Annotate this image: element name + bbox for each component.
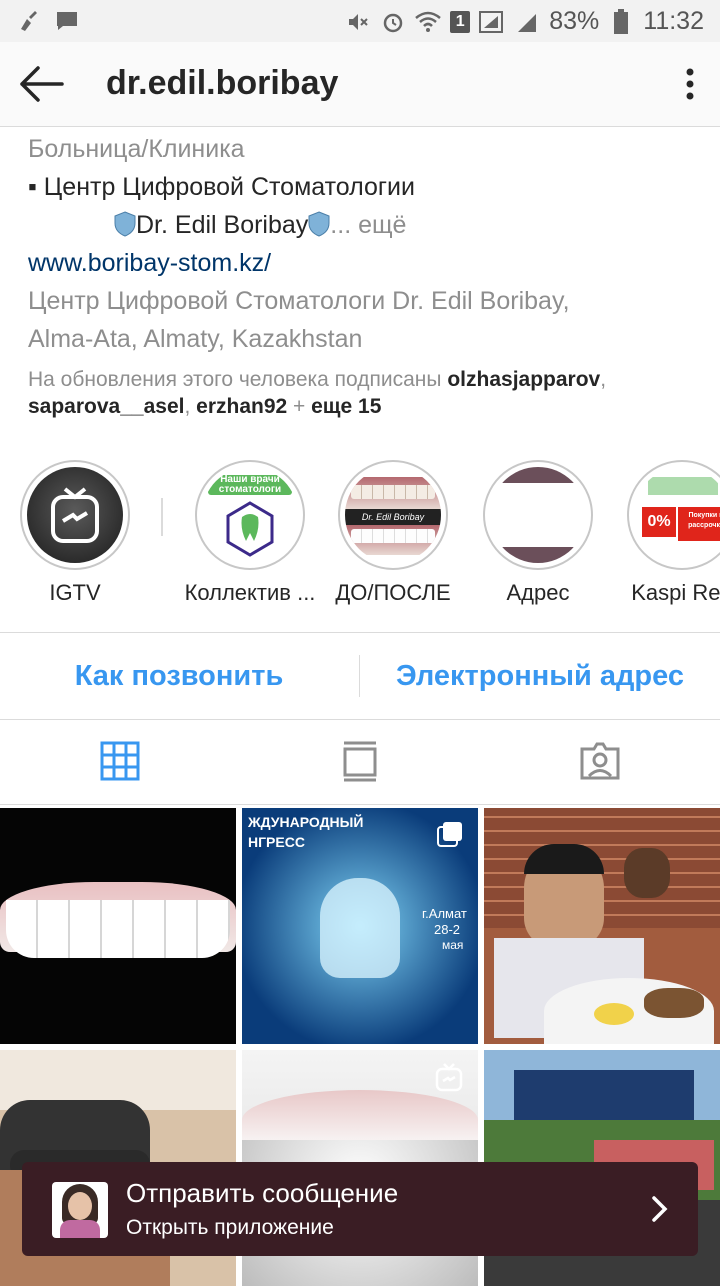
- alarm-icon: [380, 9, 406, 35]
- follower-username: saparova__asel: [28, 395, 185, 418]
- highlight-team[interactable]: Наши врачи стоматологи Коллектив ...: [180, 460, 320, 606]
- highlight-label: Kaspi Red: [631, 580, 720, 605]
- email-button[interactable]: Электронный адрес: [360, 633, 720, 719]
- tooth-logo-icon: [226, 501, 274, 557]
- tagged-person-icon: [580, 742, 620, 780]
- bio-line-1: ▪ Центр Цифровой Стоматологии: [28, 173, 415, 201]
- post-thumbnail[interactable]: ЖДУНАРОДНЫЙ НГРЕСС г.Алмат 28-2 мая: [242, 808, 478, 1044]
- more-vertical-icon: [686, 68, 694, 100]
- top-bar: dr.edil.boribay: [0, 42, 720, 127]
- igtv-icon: [51, 487, 99, 543]
- bio-line-2: Dr. Edil Boribay ... ещё: [28, 206, 698, 244]
- highlight-cover-text: 0%: [642, 507, 676, 537]
- highlight-label: Коллектив ...: [184, 580, 316, 605]
- follower-username: erzhan92: [196, 395, 288, 418]
- shield-icon: [308, 211, 330, 237]
- highlight-igtv[interactable]: IGTV: [5, 460, 145, 606]
- tab-grid[interactable]: [0, 718, 240, 804]
- followers-more-count: еще 15: [311, 395, 382, 418]
- post-thumbnail[interactable]: [484, 808, 720, 1044]
- post-text: ЖДУНАРОДНЫЙ: [248, 814, 364, 830]
- post-text: г.Алмат: [422, 906, 467, 921]
- highlight-address[interactable]: Адрес: [468, 460, 608, 606]
- avatar: [52, 1182, 108, 1238]
- bio-more-link[interactable]: ... ещё: [330, 211, 406, 239]
- signal-icon: [514, 9, 540, 35]
- bio-doctor-name: Dr. Edil Boribay: [136, 211, 309, 239]
- clock: 11:32: [643, 7, 704, 35]
- back-button[interactable]: [18, 62, 66, 106]
- status-bar: 1 83% 11:32: [0, 0, 720, 42]
- battery-percent: 83%: [549, 7, 600, 35]
- banner-subtitle: Открыть приложение: [126, 1216, 334, 1239]
- highlight-label: Адрес: [506, 580, 570, 605]
- profile-tabs: [0, 718, 720, 805]
- banner-title: Отправить сообщение: [126, 1178, 399, 1208]
- contact-actions: Как позвонить Электронный адрес: [0, 632, 720, 720]
- cleaner-icon: [16, 8, 42, 34]
- tab-tagged[interactable]: [480, 718, 720, 804]
- follower-separator: ,: [600, 368, 607, 391]
- post-text: мая: [442, 938, 464, 952]
- igtv-icon: [435, 1063, 463, 1092]
- follower-separator: ,: [184, 395, 197, 418]
- feed-icon: [343, 741, 377, 782]
- grid-icon: [100, 741, 140, 781]
- shield-icon: [114, 211, 136, 237]
- highlight-cover-text: Покупки в рассрочку: [678, 507, 720, 541]
- mute-icon: [345, 9, 371, 35]
- sim1-icon: 1: [450, 10, 471, 33]
- call-button[interactable]: Как позвонить: [0, 633, 358, 719]
- followed-by-prefix: На обновления этого человека подписаны: [28, 368, 448, 391]
- post-text: 28-2: [434, 922, 461, 937]
- post-text: НГРЕСС: [248, 834, 305, 850]
- profile-bio: Больница/Клиника ▪ Центр Цифровой Стомат…: [28, 130, 698, 358]
- open-app-banner[interactable]: Отправить сообщение Открыть приложение: [22, 1162, 698, 1256]
- story-highlights: IGTV Наши врачи стоматологи Коллектив ..…: [0, 460, 720, 610]
- follower-username: olzhasjapparov: [447, 368, 601, 391]
- highlight-before-after[interactable]: Dr. Edil Boribay ДО/ПОСЛЕ: [323, 460, 463, 606]
- wifi-icon: [415, 9, 442, 35]
- message-icon: [54, 8, 80, 34]
- post-thumbnail[interactable]: [0, 808, 236, 1044]
- highlight-label: ДО/ПОСЛЕ: [335, 580, 451, 605]
- highlight-label: IGTV: [49, 580, 101, 605]
- profile-username: dr.edil.boribay: [106, 64, 339, 102]
- highlight-divider: [161, 498, 163, 536]
- profile-category: Больница/Клиника: [28, 135, 245, 163]
- follower-plus: +: [287, 395, 312, 418]
- multiple-photos-icon: [437, 822, 462, 847]
- website-link[interactable]: www.boribay-stom.kz/: [28, 244, 698, 282]
- chevron-right-icon: [652, 1196, 668, 1222]
- highlight-kaspi-red[interactable]: 0% Покупки в рассрочку Kaspi Red: [612, 460, 720, 606]
- more-options-button[interactable]: [678, 64, 702, 104]
- tab-feed[interactable]: [240, 718, 480, 804]
- back-arrow-icon: [20, 66, 64, 102]
- sim-signal-icon: [479, 9, 505, 35]
- highlight-cover-text: Dr. Edil Boribay: [345, 509, 441, 525]
- followed-by[interactable]: На обновления этого человека подписаны o…: [28, 366, 698, 420]
- battery-icon: [608, 8, 634, 35]
- address-line-1[interactable]: Центр Цифровой Стоматологи Dr. Edil Bori…: [28, 282, 698, 320]
- address-line-2[interactable]: Alma-Ata, Almaty, Kazakhstan: [28, 320, 698, 358]
